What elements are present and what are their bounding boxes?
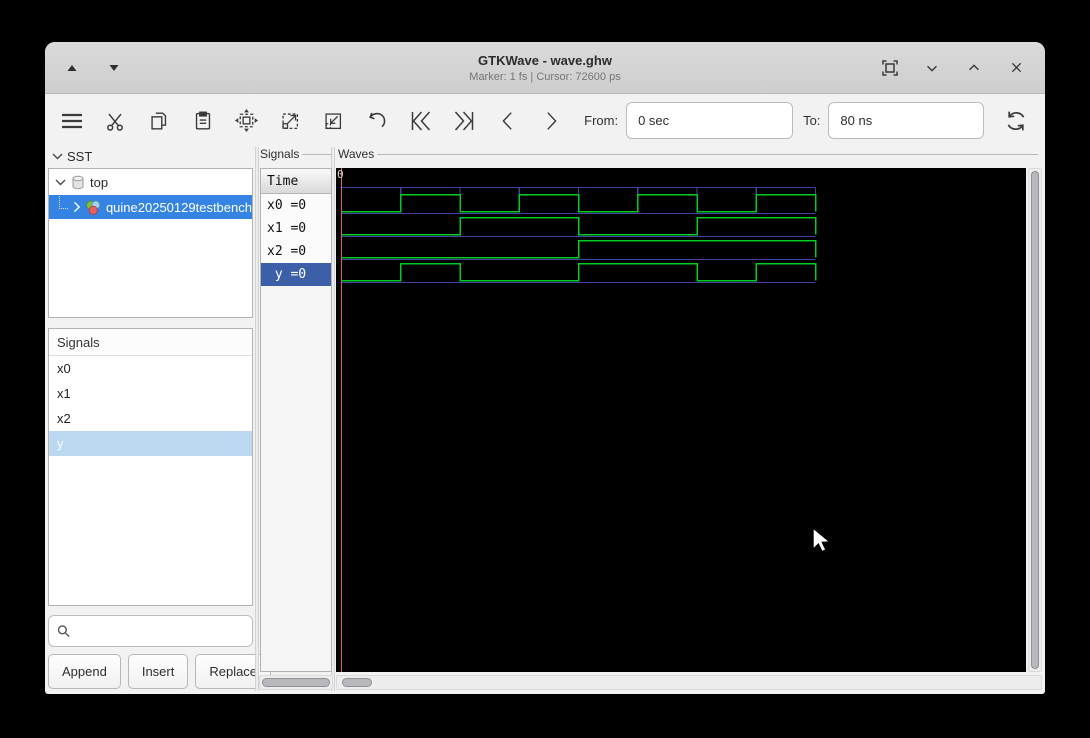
- reload-button[interactable]: [1001, 106, 1031, 136]
- names-h-scrollbar[interactable]: [259, 675, 333, 690]
- expander-chevron-icon[interactable]: [55, 179, 66, 186]
- menu-button[interactable]: [57, 106, 87, 136]
- window-subtitle: Marker: 1 fs | Cursor: 72600 ps: [469, 70, 621, 83]
- zoom-in-icon: [282, 112, 298, 129]
- shade-down-button[interactable]: [103, 57, 125, 79]
- signals-list-header[interactable]: Signals: [49, 329, 252, 356]
- tree-branch-line: [59, 196, 68, 209]
- cut-button[interactable]: [101, 106, 131, 136]
- append-button[interactable]: Append: [48, 654, 121, 689]
- chevron-right-icon: [547, 111, 557, 130]
- toolbar: From: To:: [45, 94, 1045, 147]
- window-title: GTKWave - wave.ghw: [478, 52, 612, 68]
- from-input[interactable]: [626, 102, 794, 139]
- to-label: To:: [803, 113, 821, 128]
- close-button[interactable]: [1005, 57, 1027, 79]
- sst-label: SST: [67, 148, 93, 164]
- search-input[interactable]: [76, 623, 252, 639]
- signal-item-x0[interactable]: x0: [49, 356, 252, 381]
- tree-item-label: top: [90, 174, 109, 190]
- waves-panel-label: Waves: [338, 147, 1038, 161]
- signal-item-x2[interactable]: x2: [49, 406, 252, 431]
- paste-icon: [195, 111, 210, 130]
- reload-icon: [1007, 111, 1025, 130]
- zoom-out-button[interactable]: [319, 106, 349, 136]
- undo-button[interactable]: [362, 106, 392, 136]
- tree-item-testbench[interactable]: quine20250129testbench: [49, 195, 252, 219]
- menu-icon: [61, 113, 82, 128]
- go-next-button[interactable]: [537, 106, 567, 136]
- signal-value-row[interactable]: x0 =0: [261, 194, 331, 217]
- maximize-button[interactable]: [963, 57, 985, 79]
- go-previous-button[interactable]: [493, 106, 523, 136]
- sst-tree: top quine20250129testbench: [48, 168, 253, 318]
- minimize-button[interactable]: [921, 57, 943, 79]
- arrow-up-icon: [67, 64, 77, 71]
- signals-column-label: Signals: [260, 147, 332, 161]
- zoom-fit-icon: [234, 108, 258, 133]
- chevron-down-icon: [52, 153, 63, 159]
- chevron-down-icon: [927, 65, 937, 72]
- zoom-fit-button[interactable]: [231, 106, 261, 136]
- from-label: From:: [584, 113, 619, 128]
- signal-value-row[interactable]: x2 =0: [261, 240, 331, 263]
- signal-item-x1[interactable]: x1: [49, 381, 252, 406]
- copy-icon: [151, 111, 167, 130]
- signal-search[interactable]: [48, 615, 253, 647]
- sst-expander[interactable]: SST: [52, 148, 92, 164]
- signal-value-row[interactable]: x1 =0: [261, 217, 331, 240]
- skip-backward-icon: [411, 111, 430, 130]
- close-icon: [1011, 62, 1021, 73]
- waveform-plot[interactable]: [336, 168, 1026, 672]
- zoom-in-button[interactable]: [275, 106, 305, 136]
- tree-item-label: quine20250129testbench: [105, 199, 252, 215]
- go-last-button[interactable]: [449, 106, 479, 136]
- go-first-button[interactable]: [406, 106, 436, 136]
- scrollbar-thumb[interactable]: [342, 678, 372, 687]
- scrollbar-thumb[interactable]: [1031, 171, 1039, 669]
- undo-icon: [369, 112, 386, 127]
- module-icon: [86, 200, 101, 215]
- search-icon: [57, 625, 70, 638]
- skip-forward-icon: [455, 111, 474, 130]
- waves-h-scrollbar[interactable]: [336, 675, 1042, 690]
- time-header[interactable]: Time: [261, 169, 331, 194]
- tile-button[interactable]: [879, 57, 901, 79]
- pane-splitter[interactable]: [255, 147, 259, 691]
- signals-list-panel: Signals x0 x1 x2 y: [48, 328, 253, 606]
- copy-button[interactable]: [144, 106, 174, 136]
- gtkwave-window: GTKWave - wave.ghw Marker: 1 fs | Cursor…: [45, 42, 1045, 694]
- insert-button[interactable]: Insert: [127, 654, 189, 689]
- titlebar[interactable]: GTKWave - wave.ghw Marker: 1 fs | Cursor…: [45, 42, 1045, 94]
- chevron-right-icon[interactable]: [73, 201, 81, 213]
- chevron-up-icon: [969, 63, 979, 70]
- signal-value-row-selected[interactable]: y =0: [261, 263, 331, 286]
- timeline-origin-label: 0: [337, 168, 344, 181]
- shade-up-button[interactable]: [61, 57, 83, 79]
- component-icon: [72, 175, 84, 189]
- scrollbar-thumb[interactable]: [262, 678, 330, 687]
- zoom-out-icon: [325, 112, 342, 129]
- signals-column: Time x0 =0 x1 =0 x2 =0 y =0: [260, 168, 332, 672]
- scissors-icon: [107, 113, 124, 131]
- tree-item-top[interactable]: top: [49, 169, 252, 195]
- signal-item-y[interactable]: y: [49, 431, 252, 456]
- to-input[interactable]: [828, 102, 985, 139]
- tile-icon: [882, 59, 898, 76]
- chevron-left-icon: [502, 111, 512, 130]
- paste-button[interactable]: [188, 106, 218, 136]
- waves-v-scrollbar[interactable]: [1028, 168, 1042, 672]
- arrow-down-icon: [109, 64, 119, 71]
- wave-canvas[interactable]: 0: [336, 168, 1026, 672]
